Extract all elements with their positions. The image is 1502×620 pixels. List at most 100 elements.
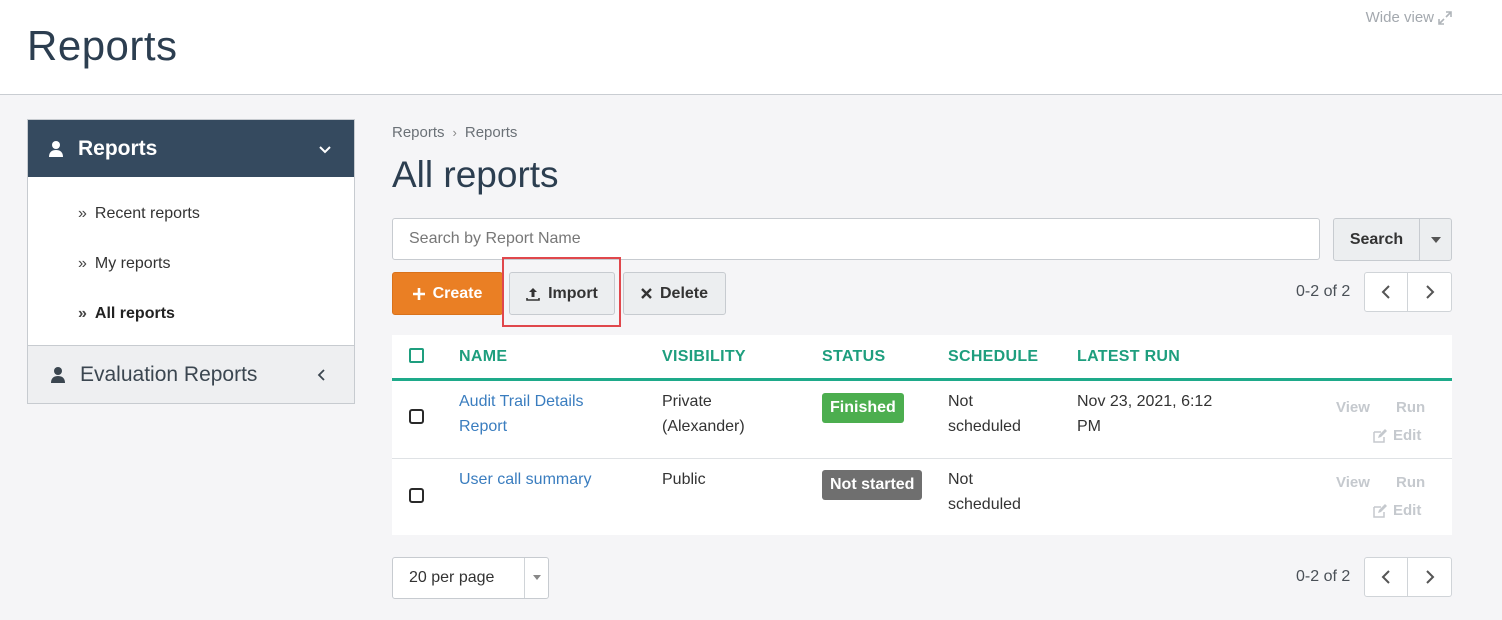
table-row: User call summary Public Not started Not… — [392, 459, 1452, 535]
expand-icon — [1438, 10, 1452, 25]
visibility-line: Private — [662, 393, 712, 410]
visibility-cell: Private (Alexander) — [662, 389, 745, 439]
user-icon — [51, 366, 65, 383]
sidebar-item-all-reports[interactable]: » All reports — [28, 289, 354, 339]
page-title: All reports — [392, 154, 559, 195]
delete-button-label: Delete — [659, 284, 709, 302]
run-action[interactable]: Run — [1396, 399, 1425, 416]
sidebar-item-label: All reports — [94, 305, 175, 322]
pager-count-bottom: 0-2 of 2 — [1296, 568, 1351, 585]
double-chevron-icon: » — [78, 255, 87, 272]
edit-action-label: Edit — [1393, 427, 1422, 444]
pager-prev-button[interactable] — [1364, 557, 1408, 597]
upload-icon — [526, 287, 540, 301]
table-header: NAME VISIBILITY STATUS SCHEDULE LATEST R… — [392, 335, 1452, 381]
search-input[interactable] — [392, 218, 1320, 260]
wide-view-link[interactable]: Wide view — [1366, 9, 1452, 26]
create-button-label: Create — [432, 284, 483, 302]
select-divider — [524, 558, 525, 598]
chevron-down-icon — [319, 146, 331, 154]
wide-view-label: Wide view — [1365, 9, 1434, 26]
double-chevron-icon: » — [78, 305, 87, 322]
sidebar-section-evaluation-reports[interactable]: Evaluation Reports — [28, 345, 354, 403]
schedule-line: Not — [948, 471, 973, 488]
column-header-name[interactable]: NAME — [459, 348, 507, 366]
sidebar-section-reports[interactable]: Reports — [28, 120, 354, 177]
sidebar-items: » Recent reports » My reports » All repo… — [28, 177, 354, 345]
pager-next-button[interactable] — [1408, 272, 1452, 312]
schedule-cell: Not scheduled — [948, 467, 1021, 517]
chevron-right-icon — [1425, 285, 1434, 299]
pager-next-button[interactable] — [1408, 557, 1452, 597]
edit-action-label: Edit — [1393, 502, 1422, 519]
caret-down-icon — [533, 575, 541, 580]
per-page-value: 20 per page — [409, 569, 495, 586]
delete-button[interactable]: Delete — [623, 272, 726, 315]
search-button-label: Search — [1349, 230, 1404, 248]
chevron-left-icon — [1381, 570, 1390, 584]
search-options-toggle[interactable] — [1419, 218, 1452, 261]
reports-table: NAME VISIBILITY STATUS SCHEDULE LATEST R… — [392, 335, 1452, 535]
column-header-visibility[interactable]: VISIBILITY — [662, 348, 746, 366]
view-action[interactable]: View — [1336, 474, 1370, 491]
breadcrumb-item[interactable]: Reports — [392, 124, 445, 141]
table-row: Audit Trail Details Report Private (Alex… — [392, 381, 1452, 459]
report-name-line: Audit Trail Details — [459, 393, 584, 410]
pager-prev-button[interactable] — [1364, 272, 1408, 312]
import-button[interactable]: Import — [509, 272, 615, 315]
schedule-line: scheduled — [948, 496, 1021, 513]
sidebar-section-label: Evaluation Reports — [80, 362, 258, 386]
latest-run-line: PM — [1077, 418, 1101, 435]
schedule-cell: Not scheduled — [948, 389, 1021, 439]
visibility-line: Public — [662, 471, 706, 488]
status-badge: Finished — [822, 393, 904, 423]
schedule-line: scheduled — [948, 418, 1021, 435]
sidebar-item-recent-reports[interactable]: » Recent reports — [28, 189, 354, 239]
run-action[interactable]: Run — [1396, 474, 1425, 491]
column-header-schedule[interactable]: SCHEDULE — [948, 348, 1038, 366]
report-name-line: User call summary — [459, 471, 592, 488]
top-bar: Reports Wide view — [0, 0, 1502, 95]
breadcrumb-item[interactable]: Reports — [465, 124, 518, 141]
create-button[interactable]: Create — [392, 272, 503, 315]
sidebar-item-label: Recent reports — [94, 205, 200, 222]
chevron-left-icon — [317, 369, 325, 381]
chevron-right-icon: › — [452, 125, 457, 140]
schedule-line: Not — [948, 393, 973, 410]
plus-icon — [412, 287, 425, 300]
sidebar: Reports » Recent reports » My reports » … — [27, 119, 355, 404]
double-chevron-icon: » — [78, 205, 87, 222]
import-button-label: Import — [548, 284, 598, 302]
report-name-line: Report — [459, 418, 508, 435]
pager-count-top: 0-2 of 2 — [1296, 283, 1351, 300]
sidebar-item-label: My reports — [94, 255, 171, 272]
visibility-line: (Alexander) — [662, 418, 745, 435]
visibility-cell: Public — [662, 467, 706, 492]
report-name-link[interactable]: User call summary — [459, 467, 591, 492]
row-checkbox[interactable] — [409, 409, 424, 424]
report-name-link[interactable]: Audit Trail Details Report — [459, 389, 584, 439]
latest-run-cell: Nov 23, 2021, 6:12 PM — [1077, 389, 1212, 439]
sidebar-item-my-reports[interactable]: » My reports — [28, 239, 354, 289]
per-page-select[interactable]: 20 per page — [392, 557, 549, 599]
select-all-checkbox[interactable] — [409, 348, 424, 363]
user-icon — [49, 140, 63, 157]
search-button[interactable]: Search — [1333, 218, 1420, 261]
latest-run-line: Nov 23, 2021, 6:12 — [1077, 393, 1213, 410]
row-checkbox[interactable] — [409, 488, 424, 503]
edit-action[interactable]: Edit — [1373, 502, 1421, 519]
view-action[interactable]: View — [1336, 399, 1370, 416]
app-title: Reports — [27, 22, 178, 69]
column-header-latest-run[interactable]: LATEST RUN — [1077, 348, 1180, 366]
chevron-right-icon — [1425, 570, 1434, 584]
breadcrumb: Reports › Reports — [392, 124, 517, 141]
column-header-status[interactable]: STATUS — [822, 348, 885, 366]
edit-icon — [1373, 428, 1387, 443]
close-icon — [641, 288, 652, 299]
edit-action[interactable]: Edit — [1373, 427, 1421, 444]
status-badge: Not started — [822, 470, 923, 500]
sidebar-section-label: Reports — [78, 136, 158, 160]
chevron-left-icon — [1381, 285, 1390, 299]
edit-icon — [1373, 503, 1387, 518]
caret-down-icon — [1430, 236, 1441, 243]
